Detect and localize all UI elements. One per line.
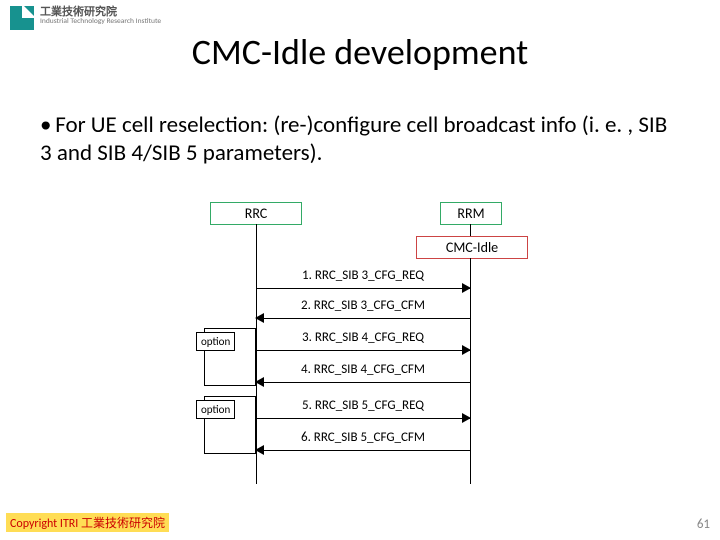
actor-rrm: RRM bbox=[440, 202, 502, 225]
lifeline-rrm-top bbox=[470, 224, 471, 236]
sequence-diagram: RRC RRM CMC-Idle 1. RRC_SIB 3_CFG_REQ 2.… bbox=[0, 202, 720, 502]
slide-number: 61 bbox=[697, 517, 710, 532]
actor-rrm-label: RRM bbox=[457, 205, 484, 222]
arrow-1 bbox=[256, 282, 470, 294]
page-title: CMC-Idle development bbox=[0, 30, 720, 74]
cmc-idle-box: CMC-Idle bbox=[416, 236, 528, 259]
slide: 工業技術研究院 Industrial Technology Research I… bbox=[0, 0, 720, 540]
arrow-6 bbox=[256, 444, 470, 456]
org-main: 工業技術研究院 bbox=[40, 5, 117, 18]
bullet-icon: • bbox=[40, 112, 50, 140]
arrow-4 bbox=[256, 376, 470, 388]
opt-label-2: option bbox=[196, 400, 235, 419]
opt-label-2-text: option bbox=[201, 403, 230, 416]
bullet-1: • For UE cell reselection: (re-)configur… bbox=[40, 112, 680, 167]
org-logo: 工業技術研究院 Industrial Technology Research I… bbox=[10, 6, 161, 30]
opt-label-1: option bbox=[196, 332, 235, 351]
arrow-3 bbox=[256, 344, 470, 356]
bullet-text: For UE cell reselection: (re-)configure … bbox=[40, 111, 667, 167]
org-sub: Industrial Technology Research Institute bbox=[40, 18, 161, 26]
logo-text: 工業技術研究院 Industrial Technology Research I… bbox=[40, 6, 161, 26]
logo-icon bbox=[10, 6, 34, 30]
actor-rrc: RRC bbox=[210, 202, 302, 225]
cmc-idle-label: CMC-Idle bbox=[446, 239, 498, 256]
opt-label-1-text: option bbox=[201, 335, 230, 348]
footer-copyright: Copyright ITRI 工業技術研究院 bbox=[6, 513, 169, 532]
actor-rrc-label: RRC bbox=[245, 205, 268, 222]
arrow-2 bbox=[256, 312, 470, 324]
arrow-5 bbox=[256, 412, 470, 424]
